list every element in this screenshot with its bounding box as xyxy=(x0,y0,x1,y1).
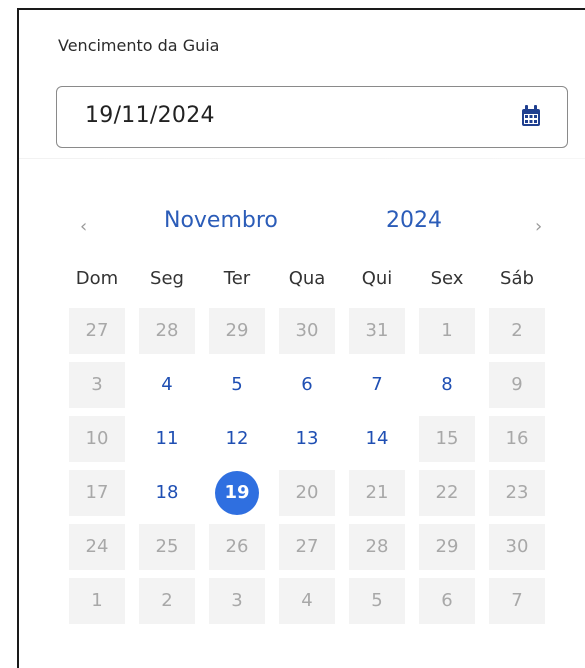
calendar-day[interactable]: 7 xyxy=(349,362,405,408)
calendar-day: 20 xyxy=(279,470,335,516)
weekday-sab: Sáb xyxy=(500,268,534,289)
calendar-day: 10 xyxy=(69,416,125,462)
calendar-day[interactable]: 4 xyxy=(139,362,195,408)
calendar-day: 29 xyxy=(209,308,265,354)
calendar-day: 22 xyxy=(419,470,475,516)
field-label: Vencimento da Guia xyxy=(58,36,220,55)
month-title[interactable]: Novembro xyxy=(164,208,278,233)
calendar-day: 30 xyxy=(489,524,545,570)
prev-month-button[interactable]: ‹ xyxy=(80,216,87,237)
calendar-icon[interactable] xyxy=(521,105,541,127)
calendar-day: 28 xyxy=(139,308,195,354)
next-month-button[interactable]: › xyxy=(535,216,542,237)
due-date-input[interactable]: 19/11/2024 xyxy=(56,86,568,148)
calendar-day: 17 xyxy=(69,470,125,516)
calendar-day[interactable]: 6 xyxy=(279,362,335,408)
weekday-seg: Seg xyxy=(150,268,184,289)
day-number: 19 xyxy=(224,482,250,503)
calendar-day: 23 xyxy=(489,470,545,516)
calendar-day: 25 xyxy=(139,524,195,570)
calendar-day: 4 xyxy=(279,578,335,624)
calendar-day[interactable]: 14 xyxy=(349,416,405,462)
calendar-day: 27 xyxy=(279,524,335,570)
calendar-day: 5 xyxy=(349,578,405,624)
calendar-day[interactable]: 8 xyxy=(419,362,475,408)
calendar-day: 2 xyxy=(489,308,545,354)
calendar-day: 28 xyxy=(349,524,405,570)
calendar-day-selected[interactable]: 19 xyxy=(209,470,265,516)
weekday-qui: Qui xyxy=(361,268,393,289)
calendar-day: 24 xyxy=(69,524,125,570)
calendar-day[interactable]: 11 xyxy=(139,416,195,462)
calendar-grid: 27 28 29 30 31 1 2 3 4 5 6 7 8 9 10 11 12 13 14 15 16 17 18 19 2… xyxy=(62,308,552,624)
calendar-day: 30 xyxy=(279,308,335,354)
calendar-day: 31 xyxy=(349,308,405,354)
calendar-day: 26 xyxy=(209,524,265,570)
calendar-day: 16 xyxy=(489,416,545,462)
calendar-day: 3 xyxy=(69,362,125,408)
calendar-day[interactable]: 18 xyxy=(139,470,195,516)
year-title[interactable]: 2024 xyxy=(386,208,442,233)
calendar-day: 21 xyxy=(349,470,405,516)
calendar-day[interactable]: 5 xyxy=(209,362,265,408)
weekday-header: Dom Seg Ter Qua Qui Sex Sáb xyxy=(62,268,552,296)
calendar-day[interactable]: 12 xyxy=(209,416,265,462)
calendar-day: 27 xyxy=(69,308,125,354)
weekday-ter: Ter xyxy=(223,268,251,289)
date-value[interactable]: 19/11/2024 xyxy=(85,103,215,128)
weekday-dom: Dom xyxy=(75,268,119,289)
calendar-day: 3 xyxy=(209,578,265,624)
calendar-day: 7 xyxy=(489,578,545,624)
calendar-day: 9 xyxy=(489,362,545,408)
calendar-day: 6 xyxy=(419,578,475,624)
calendar-day[interactable]: 13 xyxy=(279,416,335,462)
weekday-sex: Sex xyxy=(430,268,464,289)
calendar-day: 29 xyxy=(419,524,475,570)
weekday-qua: Qua xyxy=(288,268,326,289)
calendar-day: 1 xyxy=(419,308,475,354)
calendar-day: 15 xyxy=(419,416,475,462)
calendar-day: 1 xyxy=(69,578,125,624)
calendar-day: 2 xyxy=(139,578,195,624)
divider xyxy=(19,158,585,159)
